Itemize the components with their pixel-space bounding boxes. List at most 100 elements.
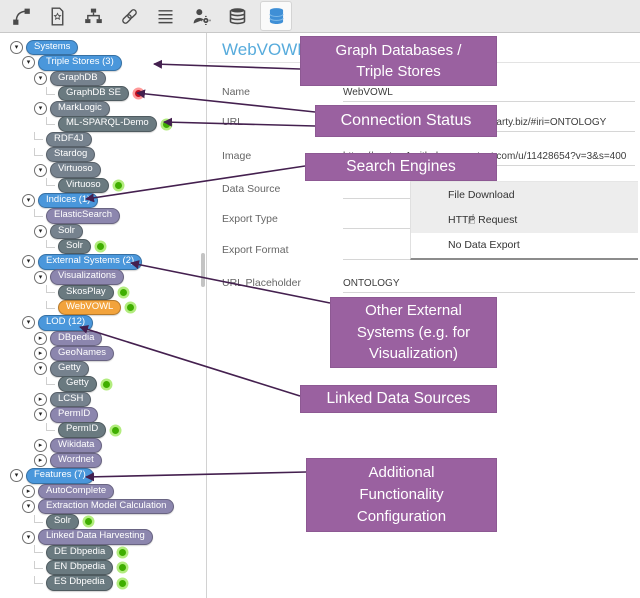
tree-node-geonames[interactable]: ▸ GeoNames xyxy=(0,345,206,362)
tree-node-dbpedia[interactable]: ▸ DBpedia xyxy=(0,330,206,347)
tree-node-label[interactable]: Extraction Model Calculation xyxy=(38,498,175,515)
tree-node-label[interactable]: Systems xyxy=(26,39,79,56)
name-input[interactable]: WebVOWL xyxy=(343,84,635,102)
expand-toggle-icon[interactable]: ▸ xyxy=(34,454,47,468)
tree-node-label[interactable]: Visualizations xyxy=(50,269,124,285)
tree-node-label[interactable]: PermID xyxy=(50,407,99,423)
scrollbar-thumb[interactable] xyxy=(201,253,205,287)
tree-node-es-dbpedia[interactable]: ES Dbpedia xyxy=(0,575,206,591)
collapse-toggle-icon[interactable]: ▾ xyxy=(22,316,35,330)
tree-node-en-dbpedia[interactable]: EN Dbpedia xyxy=(0,560,206,576)
tree-node-lcsh[interactable]: ▸ LCSH xyxy=(0,391,206,408)
collapse-toggle-icon[interactable]: ▾ xyxy=(10,469,23,483)
tree-node-graphdb-se[interactable]: GraphDB SE xyxy=(0,85,206,102)
tree-node-label[interactable]: EN Dbpedia xyxy=(46,560,114,576)
expand-toggle-icon[interactable]: ▸ xyxy=(34,347,47,361)
collapse-toggle-icon[interactable]: ▾ xyxy=(34,102,47,116)
collapse-toggle-icon[interactable]: ▾ xyxy=(22,56,35,70)
tree-node-marklogic[interactable]: ▾ MarkLogic xyxy=(0,101,206,117)
tree-node-label[interactable]: LOD (12) xyxy=(38,315,94,331)
dropdown-option-file-download[interactable]: File Download xyxy=(411,182,638,208)
tree-node-systems[interactable]: ▾ Systems xyxy=(0,39,206,56)
collapse-toggle-icon[interactable]: ▾ xyxy=(34,270,47,284)
tree-node-label[interactable]: Solr xyxy=(46,514,79,530)
tree-node-linked-data-harvesting[interactable]: ▾ Linked Data Harvesting xyxy=(0,529,206,545)
tree-node-graphdb[interactable]: ▾ GraphDB xyxy=(0,70,206,86)
tree-node-getty[interactable]: ▾ Getty xyxy=(0,361,206,377)
tree-node-label[interactable]: Solr xyxy=(58,238,91,255)
tree-node-label[interactable]: GeoNames xyxy=(50,345,115,362)
tree-node-label[interactable]: MarkLogic xyxy=(50,101,110,117)
database-active-icon[interactable] xyxy=(260,1,292,31)
tree-node-label[interactable]: Linked Data Harvesting xyxy=(38,529,153,545)
tree-node-label[interactable]: External Systems (2) xyxy=(38,254,143,270)
collapse-toggle-icon[interactable]: ▾ xyxy=(34,71,47,85)
tree-node-virtuoso[interactable]: ▾ Virtuoso xyxy=(0,162,206,178)
tree-node-label[interactable]: Stardog xyxy=(46,147,96,163)
tree-node-lod-12[interactable]: ▾ LOD (12) xyxy=(0,315,206,331)
tree-node-virtuoso[interactable]: Virtuoso xyxy=(0,177,206,194)
tree-node-triple-stores-3[interactable]: ▾ Triple Stores (3) xyxy=(0,55,206,71)
dropdown-option-no-data-export[interactable]: No Data Export xyxy=(411,232,638,258)
tree-node-label[interactable]: Solr xyxy=(50,223,83,239)
tree-node-label[interactable]: Getty xyxy=(50,361,89,377)
tree-node-skosplay[interactable]: SkosPlay xyxy=(0,284,206,301)
user-settings-icon[interactable] xyxy=(188,3,214,29)
expand-toggle-icon[interactable]: ▸ xyxy=(34,438,47,452)
tree-node-permid[interactable]: PermID xyxy=(0,422,206,438)
collapse-toggle-icon[interactable]: ▾ xyxy=(34,224,47,238)
tree-node-label[interactable]: Triple Stores (3) xyxy=(38,55,122,71)
tree-node-label[interactable]: Virtuoso xyxy=(50,162,101,178)
tree-node-permid[interactable]: ▾ PermID xyxy=(0,407,206,423)
tree-node-label[interactable]: LCSH xyxy=(50,391,92,408)
tree-node-getty[interactable]: Getty xyxy=(0,376,206,392)
document-star-icon[interactable] xyxy=(44,3,70,29)
tree-node-solr[interactable]: Solr xyxy=(0,514,206,530)
tree-node-label[interactable]: Getty xyxy=(58,376,97,392)
tree-node-label[interactable]: ES Dbpedia xyxy=(46,575,113,591)
tree-node-features-7[interactable]: ▾ Features (7) xyxy=(0,468,206,484)
tree-node-label[interactable]: AutoComplete xyxy=(38,483,115,499)
tree-node-label[interactable]: WebVOWL xyxy=(58,299,122,316)
tree-node-de-dbpedia[interactable]: DE Dbpedia xyxy=(0,544,206,561)
tree-node-stardog[interactable]: Stardog xyxy=(0,147,206,163)
collapse-toggle-icon[interactable]: ▾ xyxy=(34,163,47,177)
tree-node-label[interactable]: GraphDB xyxy=(50,70,106,86)
tree-node-solr[interactable]: Solr xyxy=(0,238,206,255)
tree-node-solr[interactable]: ▾ Solr xyxy=(0,223,206,239)
collapse-toggle-icon[interactable]: ▾ xyxy=(10,41,23,55)
dropdown-option-http-request[interactable]: HTTP Request xyxy=(411,207,638,233)
list-icon[interactable] xyxy=(152,3,178,29)
tree-node-label[interactable]: DBpedia xyxy=(50,330,103,347)
tree-node-visualizations[interactable]: ▾ Visualizations xyxy=(0,269,206,285)
tree-node-label[interactable]: DE Dbpedia xyxy=(46,544,114,561)
tree-node-webvowl[interactable]: WebVOWL xyxy=(0,299,206,316)
expand-toggle-icon[interactable]: ▸ xyxy=(34,331,47,345)
hierarchy-icon[interactable] xyxy=(80,3,106,29)
tree-node-label[interactable]: PermID xyxy=(58,422,107,438)
collapse-toggle-icon[interactable]: ▾ xyxy=(34,408,47,422)
tree-node-wordnet[interactable]: ▸ Wordnet xyxy=(0,452,206,469)
tree-node-label[interactable]: ML-SPARQL-Demo xyxy=(58,116,157,132)
collapse-toggle-icon[interactable]: ▾ xyxy=(22,194,35,208)
tree-node-label[interactable]: ElasticSearch xyxy=(46,208,121,224)
tree-node-label[interactable]: GraphDB SE xyxy=(58,85,129,102)
tree-node-indices-1[interactable]: ▾ Indices (1) xyxy=(0,192,206,209)
collapse-toggle-icon[interactable]: ▾ xyxy=(22,530,35,544)
collapse-toggle-icon[interactable]: ▾ xyxy=(34,362,47,376)
tree-node-external-systems-2[interactable]: ▾ External Systems (2) xyxy=(0,254,206,270)
tree-node-elasticsearch[interactable]: ElasticSearch xyxy=(0,208,206,224)
collapse-toggle-icon[interactable]: ▾ xyxy=(22,255,35,269)
expand-toggle-icon[interactable]: ▸ xyxy=(34,392,47,406)
url-placeholder-input[interactable]: ONTOLOGY xyxy=(343,275,635,293)
tree-node-rdf4j[interactable]: RDF4J xyxy=(0,131,206,148)
link-icon[interactable] xyxy=(116,3,142,29)
tree-node-label[interactable]: RDF4J xyxy=(46,131,92,148)
tree-node-autocomplete[interactable]: ▸ AutoComplete xyxy=(0,483,206,499)
tree-node-label[interactable]: Indices (1) xyxy=(38,192,99,209)
tree-node-label[interactable]: Virtuoso xyxy=(58,177,109,194)
databases-icon[interactable] xyxy=(224,3,250,29)
collapse-toggle-icon[interactable]: ▾ xyxy=(22,500,35,514)
tree-node-extraction-model-calculation[interactable]: ▾ Extraction Model Calculation xyxy=(0,498,206,515)
expand-toggle-icon[interactable]: ▸ xyxy=(22,484,35,498)
